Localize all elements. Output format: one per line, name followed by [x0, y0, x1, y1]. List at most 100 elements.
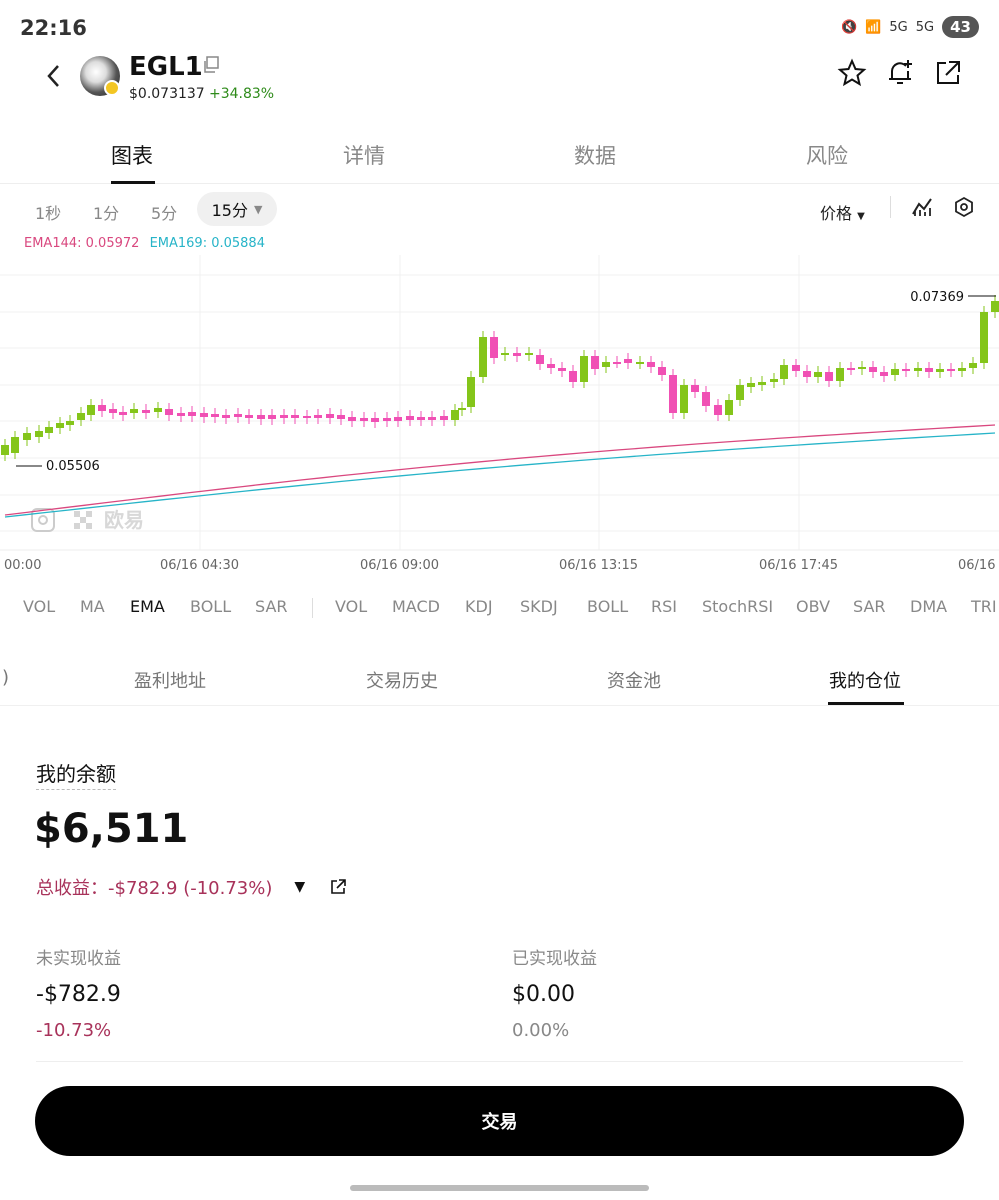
- indicator-ema[interactable]: EMA: [130, 597, 165, 616]
- candle-body: [814, 372, 822, 377]
- candle-body: [624, 359, 632, 363]
- external-link-icon[interactable]: [329, 878, 347, 896]
- indicator-boll[interactable]: BOLL: [190, 597, 231, 616]
- bell-plus-icon[interactable]: [885, 58, 915, 88]
- candle-body: [602, 362, 610, 367]
- tab-partial[interactable]: ): [2, 667, 9, 688]
- price-type-select[interactable]: 价格 ▼: [820, 200, 865, 224]
- candle-body: [770, 379, 778, 382]
- indicator-vol[interactable]: VOL: [23, 597, 55, 616]
- candle-body: [647, 362, 655, 367]
- sub-indicator-sar[interactable]: SAR: [853, 597, 886, 616]
- tab-chart[interactable]: 图表: [111, 140, 153, 170]
- candle-body: [980, 312, 988, 363]
- indicator-ma[interactable]: MA: [80, 597, 105, 616]
- candle-body: [177, 413, 185, 416]
- candle-body: [200, 413, 208, 417]
- sub-indicator-macd[interactable]: MACD: [392, 597, 440, 616]
- sub-indicator-rsi[interactable]: RSI: [651, 597, 677, 616]
- candle-body: [130, 409, 138, 413]
- candle-body: [947, 369, 955, 371]
- tab-liquidity-pool[interactable]: 资金池: [607, 667, 661, 693]
- price-change: +34.83%: [209, 86, 275, 102]
- candle-body: [440, 416, 448, 420]
- candle-body: [925, 368, 933, 372]
- total-pnl-row[interactable]: 总收益：-$782.9 (-10.73%) ▼: [36, 874, 347, 900]
- sub-indicator-boll[interactable]: BOLL: [587, 597, 628, 616]
- caret-down-icon[interactable]: ▼: [294, 879, 305, 895]
- sub-indicator-obv[interactable]: OBV: [796, 597, 830, 616]
- low-marker: 0.05506: [16, 459, 100, 474]
- sub-indicator-stochrsi[interactable]: StochRSI: [702, 597, 773, 616]
- tab-risk[interactable]: 风险: [806, 140, 848, 170]
- unrealized-value: -$782.9: [36, 982, 121, 1007]
- candle-body: [417, 417, 425, 420]
- candle-body: [591, 356, 599, 369]
- signal-icon: 5G: [915, 19, 935, 35]
- copy-icon[interactable]: [202, 56, 220, 74]
- balance-value: $6,511: [34, 806, 189, 852]
- total-pnl: 总收益：-$782.9 (-10.73%): [36, 878, 273, 899]
- interval-1s[interactable]: 1秒: [35, 200, 61, 224]
- candle-body: [669, 375, 677, 413]
- share-icon[interactable]: [933, 58, 963, 88]
- interval-15m-dropdown[interactable]: 15分 ▼: [197, 192, 277, 226]
- sub-indicator-tri[interactable]: TRI: [971, 597, 997, 616]
- indicator-bar: VOL MA EMA BOLL SAR VOL MACD KDJ SKDJ BO…: [0, 594, 999, 622]
- high-price-label: 0.07369: [910, 290, 964, 305]
- candle-body: [525, 353, 533, 355]
- back-button[interactable]: [36, 58, 72, 94]
- interval-1m[interactable]: 1分: [93, 200, 119, 224]
- indicator-chart-icon[interactable]: [911, 196, 933, 218]
- token-header: EGL1 $0.073137 +34.83%: [0, 50, 999, 110]
- candles: [1, 295, 999, 461]
- tab-data[interactable]: 数据: [574, 140, 616, 170]
- ema169-line: [4, 432, 996, 518]
- candle-body: [142, 410, 150, 413]
- settings-icon[interactable]: [953, 196, 975, 218]
- tab-trade-history[interactable]: 交易历史: [366, 667, 438, 693]
- tab-my-position[interactable]: 我的仓位: [829, 667, 901, 693]
- candle-body: [326, 414, 334, 418]
- mute-icon: 🔇: [841, 19, 858, 35]
- sub-indicator-dma[interactable]: DMA: [910, 597, 947, 616]
- candle-body: [451, 410, 459, 420]
- tab-details[interactable]: 详情: [343, 140, 385, 170]
- tab-profit-addresses[interactable]: 盈利地址: [134, 667, 206, 693]
- grid-lines: [0, 255, 999, 551]
- candle-body: [613, 362, 621, 364]
- x-tick: 06/16 17:45: [759, 558, 839, 573]
- candle-body: [902, 369, 910, 371]
- candle-body: [869, 367, 877, 372]
- candle-body: [211, 414, 219, 417]
- candle-body: [536, 355, 544, 364]
- candle-body: [792, 365, 800, 371]
- candle-body: [680, 385, 688, 413]
- token-price: $0.073137: [129, 86, 205, 102]
- signal-icon: 5G: [889, 19, 908, 35]
- indicator-sar[interactable]: SAR: [255, 597, 288, 616]
- interval-5m[interactable]: 5分: [151, 200, 177, 224]
- unrealized-percent: -10.73%: [36, 1020, 112, 1041]
- candle-body: [35, 431, 43, 437]
- x-tick: 06/16: [958, 558, 996, 573]
- candle-body: [109, 409, 117, 413]
- sub-indicator-kdj[interactable]: KDJ: [465, 597, 493, 616]
- realized-value: $0.00: [512, 982, 575, 1007]
- sub-indicator-skdj[interactable]: SKDJ: [520, 597, 558, 616]
- candle-body: [66, 421, 74, 425]
- candle-body: [406, 416, 414, 420]
- home-indicator[interactable]: [350, 1185, 649, 1191]
- trade-button[interactable]: 交易: [35, 1086, 964, 1156]
- candle-body: [291, 415, 299, 418]
- candle-body: [268, 415, 276, 419]
- star-icon[interactable]: [837, 58, 867, 88]
- sub-indicator-vol[interactable]: VOL: [335, 597, 367, 616]
- candle-body: [467, 377, 475, 407]
- candle-body: [858, 367, 866, 369]
- candle-body: [458, 408, 466, 410]
- candlestick-chart[interactable]: 欧易 0.07369 0.05506: [0, 255, 999, 585]
- candle-body: [348, 417, 356, 421]
- battery-indicator: 43: [942, 16, 979, 38]
- x-tick: 06/16 04:30: [160, 558, 240, 573]
